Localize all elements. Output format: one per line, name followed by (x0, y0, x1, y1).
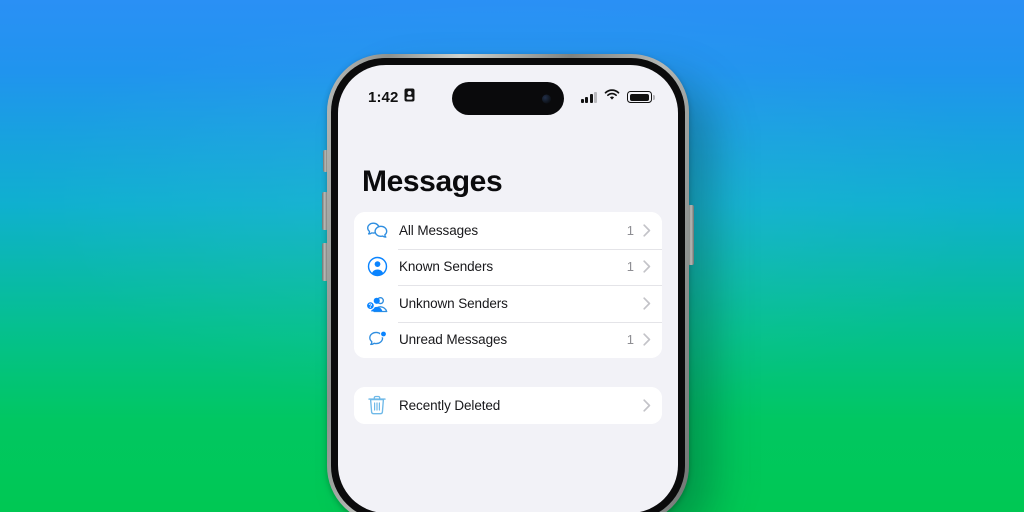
device-screen: 1:42 Messages All Messages 1 Known Sende… (338, 65, 678, 512)
list-item-known-senders[interactable]: Known Senders 1 (354, 248, 662, 285)
dynamic-island (452, 82, 564, 115)
chevron-right-icon (643, 333, 651, 346)
list-item-count: 1 (626, 259, 634, 275)
recording-lock-icon (404, 88, 415, 107)
status-bar-left: 1:42 (368, 88, 415, 107)
iphone-device-frame: 1:42 Messages All Messages 1 Known Sende… (327, 54, 689, 512)
all-messages-bubbles-icon (364, 221, 390, 239)
chevron-right-icon (643, 224, 651, 237)
chevron-right-icon (643, 297, 651, 310)
chevron-right-icon (643, 399, 651, 412)
device-bezel: 1:42 Messages All Messages 1 Known Sende… (331, 58, 685, 512)
list-item-label: Unknown Senders (399, 295, 508, 311)
list-item-unknown-senders[interactable]: ? Unknown Senders (354, 285, 662, 322)
battery-full-icon (627, 91, 655, 103)
chevron-right-icon (643, 260, 651, 273)
list-item-unread-messages[interactable]: Unread Messages 1 (354, 321, 662, 358)
unread-messages-bubble-badge-icon (364, 330, 390, 349)
list-item-label: Known Senders (399, 259, 494, 275)
list-item-count: 1 (626, 332, 634, 348)
status-bar-right (580, 88, 655, 106)
page-title: Messages (362, 165, 503, 198)
list-item-label: Recently Deleted (399, 397, 501, 413)
front-camera-icon (542, 94, 551, 103)
status-time: 1:42 (368, 88, 399, 106)
list-item-recently-deleted[interactable]: Recently Deleted (354, 387, 662, 424)
list-item-count: 1 (626, 222, 634, 238)
wifi-icon (604, 88, 620, 106)
trash-icon (364, 395, 390, 415)
list-item-label: All Messages (399, 222, 479, 238)
svg-text:?: ? (368, 303, 372, 310)
filters-card: All Messages 1 Known Senders 1 ? Unknown… (354, 212, 662, 358)
known-senders-person-icon (364, 256, 390, 277)
unknown-senders-person-question-icon: ? (364, 293, 390, 314)
recently-deleted-card: Recently Deleted (354, 387, 662, 424)
list-item-label: Unread Messages (399, 332, 508, 348)
cellular-signal-icon (580, 91, 597, 103)
list-item-all-messages[interactable]: All Messages 1 (354, 212, 662, 249)
